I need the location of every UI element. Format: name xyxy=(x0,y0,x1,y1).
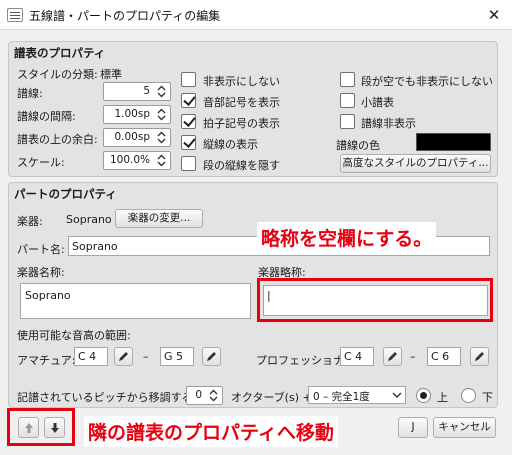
transpose-octave-spinner[interactable]: 0 xyxy=(186,386,223,405)
checkbox-no-hide[interactable] xyxy=(181,72,196,87)
line-spacing-spinner[interactable]: 1.00sp xyxy=(103,105,171,124)
checkbox-show-time-signature-label: 拍子記号の表示 xyxy=(203,117,280,130)
checkbox-no-hide-empty[interactable] xyxy=(340,72,355,87)
long-name-label: 楽器名称: xyxy=(17,266,65,279)
scale-spinner[interactable]: 100.0% xyxy=(103,151,171,170)
spinner-arrows-icon[interactable] xyxy=(153,83,170,100)
annotation-callout-bottom: 隣の譜表のプロパティへ移動 xyxy=(84,416,338,447)
interval-dropdown[interactable]: 0 – 完全1度 xyxy=(308,386,406,404)
staff-lines-spinner[interactable]: 5 xyxy=(103,82,171,101)
radio-down-label: 下 xyxy=(482,391,493,404)
chevron-down-icon xyxy=(392,392,402,398)
cancel-button[interactable]: キャンセル xyxy=(433,417,496,438)
checkbox-hide-system-barlines-label: 段の縦線を隠す xyxy=(203,159,280,172)
pro-low-edit-button[interactable] xyxy=(383,347,402,366)
checkbox-show-clef[interactable] xyxy=(181,93,196,108)
staff-lines-label: 譜線: xyxy=(17,87,43,100)
spinner-arrows-icon[interactable] xyxy=(153,152,170,169)
amateur-high-value: G 5 xyxy=(164,350,184,363)
pro-high-edit-button[interactable] xyxy=(470,347,489,366)
checkbox-hide-staff-lines-label: 譜線非表示 xyxy=(361,117,416,130)
instrument-label: 楽器: xyxy=(17,215,43,228)
checkbox-hide-staff-lines[interactable] xyxy=(340,114,355,129)
part-name-value: Soprano xyxy=(72,240,118,253)
radio-down[interactable] xyxy=(461,388,476,403)
pencil-icon xyxy=(475,352,484,361)
spinner-arrows-icon[interactable] xyxy=(153,106,170,123)
checkbox-small-staff[interactable] xyxy=(340,93,355,108)
amateur-high-field[interactable]: G 5 xyxy=(160,347,194,366)
pro-dash: – xyxy=(410,350,416,363)
window-title: 五線譜・パートのプロパティの編集 xyxy=(29,9,221,23)
checkbox-small-staff-label: 小譜表 xyxy=(361,96,394,109)
ok-button[interactable]: J xyxy=(398,417,428,438)
pencil-icon xyxy=(119,352,128,361)
amateur-low-value: C 4 xyxy=(78,350,97,363)
amateur-low-field[interactable]: C 4 xyxy=(74,347,108,366)
checkbox-no-hide-label: 非表示にしない xyxy=(203,75,280,88)
pencil-icon xyxy=(388,352,397,361)
pro-high-field[interactable]: C 6 xyxy=(427,347,461,366)
pencil-icon xyxy=(207,352,216,361)
spinner-arrows-icon[interactable] xyxy=(205,387,222,404)
top-margin-spinner[interactable]: 0.00sp xyxy=(103,128,171,147)
annotation-callout-top: 略称を空欄にする。 xyxy=(257,222,437,253)
staff-lines-value: 5 xyxy=(143,85,150,97)
amateur-label: アマチュア: xyxy=(17,354,76,367)
annotation-arrow-buttons-highlight xyxy=(7,408,75,446)
close-icon[interactable]: ✕ xyxy=(482,4,506,26)
radio-up-label: 上 xyxy=(437,391,448,404)
scale-value: 100.0% xyxy=(109,154,150,166)
checkbox-no-hide-empty-label: 段が空でも非表示にしない xyxy=(361,75,493,88)
title-bar: 五線譜・パートのプロパティの編集 ✕ xyxy=(0,0,512,30)
part-group-title: パートのプロパティ xyxy=(14,187,117,201)
checkbox-hide-system-barlines[interactable] xyxy=(181,156,196,171)
change-instrument-button[interactable]: 楽器の変更... xyxy=(115,209,203,228)
pro-low-value: C 4 xyxy=(344,350,363,363)
octaves-label: オクターブ(s) + xyxy=(231,391,312,404)
top-margin-label: 譜表の上の余白: xyxy=(17,133,98,146)
range-label: 使用可能な音高の範囲: xyxy=(17,329,131,342)
line-spacing-label: 譜線の間隔: xyxy=(17,110,76,123)
checkbox-show-clef-label: 音部記号を表示 xyxy=(203,96,280,109)
transpose-label: 記譜されているピッチから移調する: xyxy=(17,391,197,404)
spinner-arrows-icon[interactable] xyxy=(153,129,170,146)
app-icon xyxy=(7,8,23,22)
instrument-value: Soprano xyxy=(66,213,112,226)
staff-group-title: 譜表のプロパティ xyxy=(14,46,106,60)
long-name-field[interactable]: Soprano xyxy=(20,283,251,319)
annotation-short-name-highlight xyxy=(257,278,493,322)
interval-value: 0 – 完全1度 xyxy=(313,391,370,403)
transpose-octave-value: 0 xyxy=(195,389,202,401)
staff-color-label: 譜線の色 xyxy=(336,139,380,152)
pro-high-value: C 6 xyxy=(431,350,450,363)
top-margin-value: 0.00sp xyxy=(114,131,150,143)
scale-label: スケール: xyxy=(17,156,65,169)
radio-up[interactable] xyxy=(416,388,431,403)
style-category-label: スタイルの分類: xyxy=(17,68,98,81)
pro-low-field[interactable]: C 4 xyxy=(340,347,374,366)
staff-color-swatch[interactable] xyxy=(416,133,491,151)
long-name-value: Soprano xyxy=(25,289,71,302)
amateur-high-edit-button[interactable] xyxy=(202,347,221,366)
line-spacing-value: 1.00sp xyxy=(114,108,150,120)
checkbox-show-barlines-label: 縦線の表示 xyxy=(203,138,258,151)
style-category-value: 標準 xyxy=(100,68,122,81)
advanced-style-button[interactable]: 高度なスタイルのプロパティ... xyxy=(340,154,491,173)
checkbox-show-barlines[interactable] xyxy=(181,135,196,150)
checkbox-show-time-signature[interactable] xyxy=(181,114,196,129)
part-name-label: パート名: xyxy=(17,243,65,256)
amateur-dash: – xyxy=(143,350,149,363)
amateur-low-edit-button[interactable] xyxy=(114,347,133,366)
